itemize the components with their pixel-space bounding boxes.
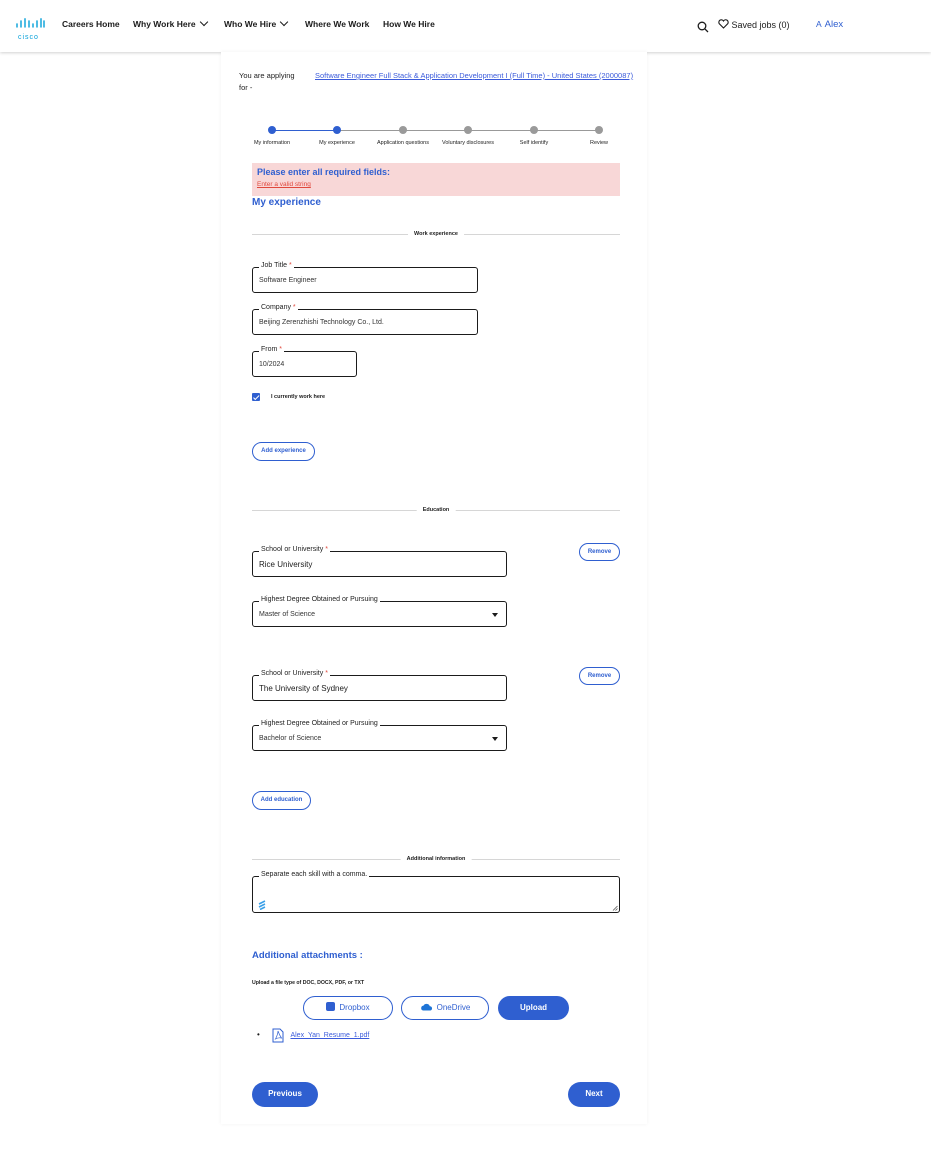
dropbox-button[interactable]: Dropbox xyxy=(303,996,393,1020)
field-value: Software Engineer xyxy=(259,277,317,284)
cisco-bars-icon xyxy=(16,18,45,28)
field-label: School or University * xyxy=(259,670,330,677)
list-bullet: • xyxy=(257,1030,260,1039)
field-value: Rice University xyxy=(259,560,313,569)
step-dot xyxy=(268,126,276,134)
applying-label: You are applying for - xyxy=(239,71,295,92)
field-label: School or University * xyxy=(259,546,330,553)
field-label: Separate each skill with a comma. xyxy=(259,871,370,878)
field-label: From * xyxy=(259,346,285,353)
search-icon xyxy=(697,21,709,33)
application-form-panel xyxy=(221,52,647,1124)
upload-button[interactable]: Upload xyxy=(498,996,569,1020)
dropdown-caret-icon xyxy=(492,613,498,617)
company-field[interactable]: Company * Beijing Zerenzhishi Technology… xyxy=(252,304,478,335)
stepper-connector xyxy=(272,130,337,131)
resize-handle-icon[interactable] xyxy=(612,905,618,911)
education-heading: Education xyxy=(416,507,456,513)
school-field[interactable]: School or University * The University of… xyxy=(252,670,507,701)
nav-label: Careers Home xyxy=(62,19,120,29)
job-posting-link[interactable]: Software Engineer Full Stack & Applicati… xyxy=(315,70,635,82)
step-label: Review xyxy=(589,140,609,146)
avatar: A xyxy=(816,19,822,29)
dropbox-icon xyxy=(326,1002,336,1011)
onedrive-label: OneDrive xyxy=(436,1003,471,1012)
step-dot xyxy=(464,126,472,134)
job-title-field[interactable]: Job Title * Software Engineer xyxy=(252,262,478,293)
user-menu[interactable]: A Alex xyxy=(816,19,843,30)
degree-select[interactable]: Highest Degree Obtained or Pursuing Mast… xyxy=(252,596,507,627)
field-value: 10/2024 xyxy=(259,361,285,368)
add-education-button[interactable]: Add education xyxy=(252,791,311,810)
chevron-down-icon xyxy=(280,17,289,27)
onedrive-button[interactable]: OneDrive xyxy=(401,996,489,1020)
currently-work-here-checkbox[interactable] xyxy=(252,393,260,401)
degree-select[interactable]: Highest Degree Obtained or Pursuing Bach… xyxy=(252,720,507,751)
alert-error-link[interactable]: Enter a valid string xyxy=(257,181,311,188)
field-value: Beijing Zerenzhishi Technology Co., Ltd. xyxy=(259,319,384,326)
remove-education-button[interactable]: Remove xyxy=(579,667,620,685)
remove-education-button[interactable]: Remove xyxy=(579,543,620,561)
field-value: The University of Sydney xyxy=(259,684,348,693)
step-label: Self identify xyxy=(519,140,549,146)
previous-button[interactable]: Previous xyxy=(252,1082,318,1107)
logo-text: cisco xyxy=(18,34,39,41)
step-label: My information xyxy=(253,140,291,146)
nav-why-work-here[interactable]: Why Work Here xyxy=(133,17,208,29)
step-label: Application questions xyxy=(377,140,429,146)
grammar-assistant-icon[interactable] xyxy=(258,900,267,910)
work-experience-heading: Work experience xyxy=(408,231,464,237)
onedrive-icon xyxy=(420,1003,432,1011)
additional-information-heading: Additional information xyxy=(400,856,472,862)
nav-label: Who We Hire xyxy=(224,19,277,29)
nav-how-we-hire[interactable]: How We Hire xyxy=(383,19,435,29)
cisco-logo[interactable]: cisco xyxy=(15,17,45,41)
search-button[interactable] xyxy=(697,20,709,38)
school-field[interactable]: School or University * Rice University xyxy=(252,546,507,577)
attachment-file[interactable]: Alex_Yan_Resume_1.pdf xyxy=(272,1027,369,1045)
add-experience-button[interactable]: Add experience xyxy=(252,442,315,461)
top-navigation-bar: cisco Careers Home Why Work Here Who We … xyxy=(0,0,931,52)
nav-label: Where We Work xyxy=(305,19,370,29)
nav-label: Why Work Here xyxy=(133,19,196,29)
nav-where-we-work[interactable]: Where We Work xyxy=(305,19,369,29)
field-value: Bachelor of Science xyxy=(259,735,322,742)
nav-label: How We Hire xyxy=(383,19,435,29)
error-alert: Please enter all required fields: Enter … xyxy=(252,163,620,196)
nav-who-we-hire[interactable]: Who We Hire xyxy=(224,17,289,29)
checkbox-label: I currently work here xyxy=(271,394,326,400)
dropdown-caret-icon xyxy=(492,737,498,741)
alert-title: Please enter all required fields: xyxy=(257,167,391,177)
step-dot xyxy=(399,126,407,134)
attachments-title: Additional attachments : xyxy=(252,950,363,961)
user-name: Alex xyxy=(824,19,844,30)
skills-textarea[interactable]: Separate each skill with a comma. xyxy=(252,871,620,913)
step-label: My experience xyxy=(319,140,355,146)
from-date-field[interactable]: From * 10/2024 xyxy=(252,346,357,377)
section-title: My experience xyxy=(252,197,321,208)
saved-jobs-label: Saved jobs (0) xyxy=(731,20,790,30)
chevron-down-icon xyxy=(199,17,208,27)
dropbox-label: Dropbox xyxy=(339,1003,370,1012)
next-button[interactable]: Next xyxy=(568,1082,620,1107)
field-label: Job Title * xyxy=(259,262,294,269)
step-dot xyxy=(530,126,538,134)
field-label: Highest Degree Obtained or Pursuing xyxy=(259,596,380,603)
step-dot xyxy=(595,126,603,134)
pdf-file-icon xyxy=(272,1028,284,1043)
nav-careers-home[interactable]: Careers Home xyxy=(62,19,120,29)
field-label: Company * xyxy=(259,304,298,311)
step-label: Voluntary disclosures xyxy=(442,140,494,146)
field-label: Highest Degree Obtained or Pursuing xyxy=(259,720,380,727)
heart-icon xyxy=(718,19,729,29)
upload-hint: Upload a file type of DOC, DOCX, PDF, or… xyxy=(252,980,365,986)
field-value: Master of Science xyxy=(259,611,316,618)
step-dot xyxy=(333,126,341,134)
attachment-filename[interactable]: Alex_Yan_Resume_1.pdf xyxy=(290,1032,369,1039)
saved-jobs-link[interactable]: Saved jobs (0) xyxy=(718,19,790,30)
